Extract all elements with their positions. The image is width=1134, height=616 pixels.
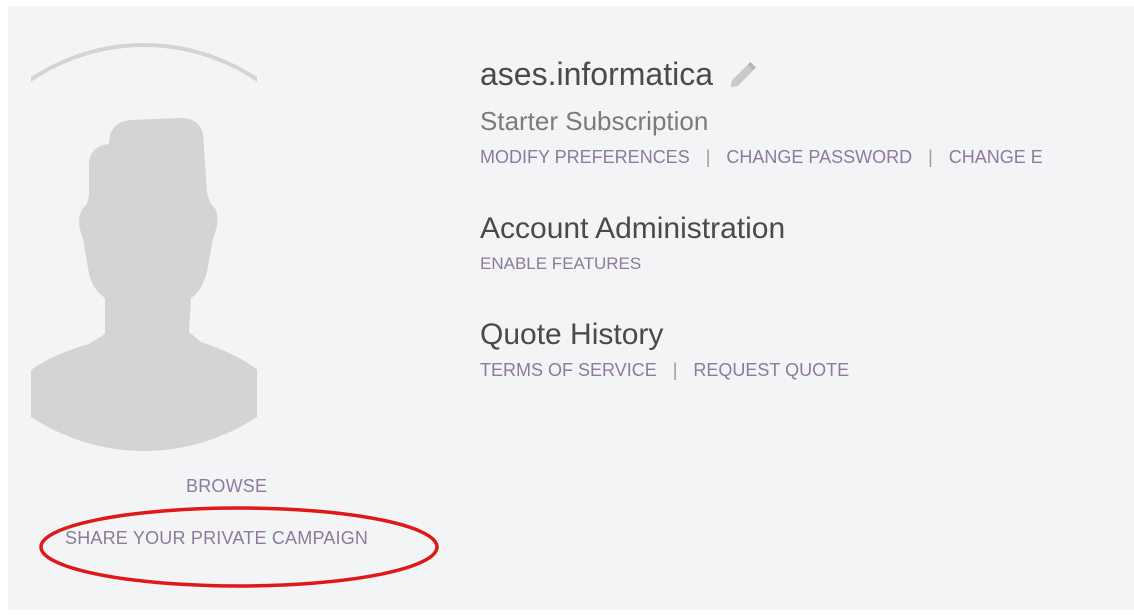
- account-administration-heading: Account Administration: [480, 212, 786, 245]
- change-email-link[interactable]: CHANGE E: [949, 147, 1043, 167]
- request-quote-link[interactable]: REQUEST QUOTE: [693, 360, 849, 380]
- profile-info: ases.informatica Starter Subscription MO…: [480, 54, 1134, 381]
- edit-pencil-icon[interactable]: [727, 57, 761, 91]
- share-private-campaign-link[interactable]: SHARE YOUR PRIVATE CAMPAIGN: [65, 528, 368, 549]
- modify-preferences-link[interactable]: MODIFY PREFERENCES: [480, 147, 690, 167]
- browse-link[interactable]: BROWSE: [186, 476, 267, 497]
- link-separator: |: [672, 360, 678, 380]
- quote-history-links: TERMS OF SERVICE | REQUEST QUOTE: [480, 360, 1134, 381]
- change-password-link[interactable]: CHANGE PASSWORD: [726, 147, 912, 167]
- username: ases.informatica: [480, 55, 713, 92]
- quote-history-heading: Quote History: [480, 318, 664, 351]
- terms-of-service-link[interactable]: TERMS OF SERVICE: [480, 360, 657, 380]
- enable-features-link[interactable]: ENABLE FEATURES: [480, 254, 1134, 274]
- profile-links: MODIFY PREFERENCES | CHANGE PASSWORD | CHANG…: [480, 147, 1134, 168]
- avatar[interactable]: [31, 42, 257, 452]
- link-separator: |: [705, 147, 711, 167]
- user-silhouette-icon: [31, 43, 257, 451]
- username-row: ases.informatica: [480, 54, 1134, 94]
- link-separator: |: [928, 147, 933, 167]
- subscription-label: Starter Subscription: [480, 106, 709, 136]
